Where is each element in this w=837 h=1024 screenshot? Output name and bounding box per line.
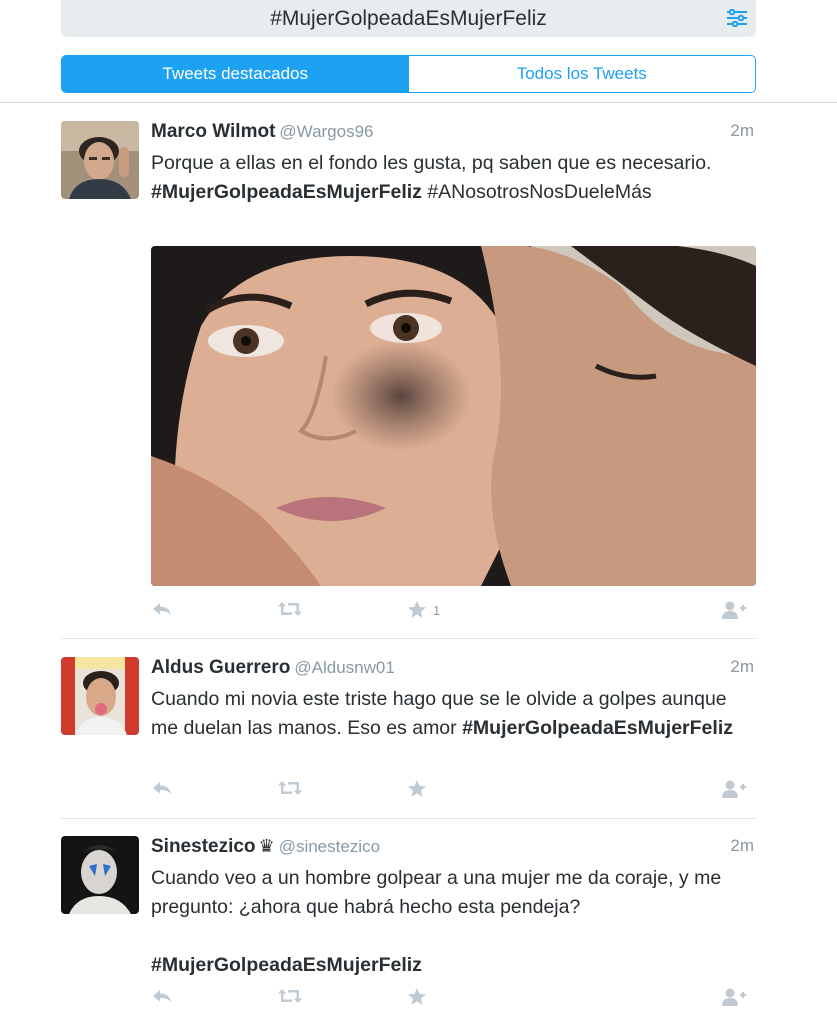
favorite-star-icon[interactable] xyxy=(407,779,427,799)
tweet-actions xyxy=(151,987,756,1011)
avatar[interactable] xyxy=(61,657,139,735)
avatar[interactable] xyxy=(61,836,139,914)
reply-icon[interactable] xyxy=(151,600,173,618)
header-divider xyxy=(0,102,837,103)
hashtag-link[interactable]: #MujerGolpeadaEsMujerFeliz xyxy=(151,181,422,203)
favorite-count: 1 xyxy=(433,602,441,618)
tweet-text-tail: #ANosotrosNosDueleMás xyxy=(421,181,652,203)
author-handle[interactable]: @Wargos96 xyxy=(279,122,373,141)
tweet-text: Cuando mi novia este triste hago que se … xyxy=(151,685,756,743)
tweet-text-body: Porque a ellas en el fondo les gusta, pq… xyxy=(151,152,712,174)
avatar[interactable] xyxy=(61,121,139,199)
follow-icon[interactable] xyxy=(721,779,747,799)
search-bar[interactable]: #MujerGolpeadaEsMujerFeliz xyxy=(61,0,756,37)
tweet-photo[interactable] xyxy=(151,246,756,586)
tweet-divider xyxy=(61,818,756,819)
follow-icon[interactable] xyxy=(721,987,747,1007)
author-name[interactable]: Aldus Guerrero xyxy=(151,657,290,678)
retweet-icon[interactable] xyxy=(277,600,303,618)
retweet-icon[interactable] xyxy=(277,987,303,1005)
tweet-text-body: Cuando veo a un hombre golpear a una muj… xyxy=(151,867,722,918)
hashtag-link[interactable]: #MujerGolpeadaEsMujerFeliz xyxy=(462,717,733,739)
reply-icon[interactable] xyxy=(151,779,173,797)
tweet-item[interactable]: Marco Wilmot @Wargos96 2m Porque a ellas … xyxy=(61,121,756,621)
follow-icon[interactable] xyxy=(721,600,747,620)
author-name[interactable]: Marco Wilmot xyxy=(151,121,275,142)
tweet-content: Aldus Guerrero @Aldusnw01 2m Cuando mi no… xyxy=(151,657,756,798)
tweet-text: Cuando veo a un hombre golpear a una muj… xyxy=(151,864,756,980)
author-handle[interactable]: @Aldusnw01 xyxy=(294,658,394,677)
tweet-divider xyxy=(61,638,756,639)
tweet-timestamp[interactable]: 2m xyxy=(730,836,754,856)
tab-all-tweets[interactable]: Todos los Tweets xyxy=(408,56,755,92)
reply-icon[interactable] xyxy=(151,987,173,1005)
favorite-star-icon[interactable]: 1 xyxy=(407,600,440,620)
tweet-actions xyxy=(151,779,756,803)
tab-top-tweets[interactable]: Tweets destacados xyxy=(62,56,409,92)
favorite-star-icon[interactable] xyxy=(407,987,427,1007)
tweet-text: Porque a ellas en el fondo les gusta, pq… xyxy=(151,149,756,207)
tweet-item[interactable]: Aldus Guerrero @Aldusnw01 2m Cuando mi no… xyxy=(61,657,756,802)
author-name[interactable]: Sinestezico xyxy=(151,836,256,857)
tweet-content: Sinestezico ♛ @sinestezico 2m Cuando veo a… xyxy=(151,836,756,1006)
tweet-timestamp[interactable]: 2m xyxy=(730,121,754,141)
crown-icon: ♛ xyxy=(258,836,275,856)
search-query[interactable]: #MujerGolpeadaEsMujerFeliz xyxy=(270,7,547,31)
author-handle[interactable]: @sinestezico xyxy=(279,837,380,856)
timeline-tabs: Tweets destacados Todos los Tweets xyxy=(61,55,756,93)
tweet-actions: 1 xyxy=(151,600,756,624)
retweet-icon[interactable] xyxy=(277,779,303,797)
tweet-content: Marco Wilmot @Wargos96 2m Porque a ellas … xyxy=(151,121,756,619)
hashtag-link[interactable]: #MujerGolpeadaEsMujerFeliz xyxy=(151,954,422,976)
tweet-item[interactable]: Sinestezico ♛ @sinestezico 2m Cuando veo a… xyxy=(61,836,756,1024)
sliders-icon[interactable] xyxy=(726,8,748,28)
tweet-timestamp[interactable]: 2m xyxy=(730,657,754,677)
